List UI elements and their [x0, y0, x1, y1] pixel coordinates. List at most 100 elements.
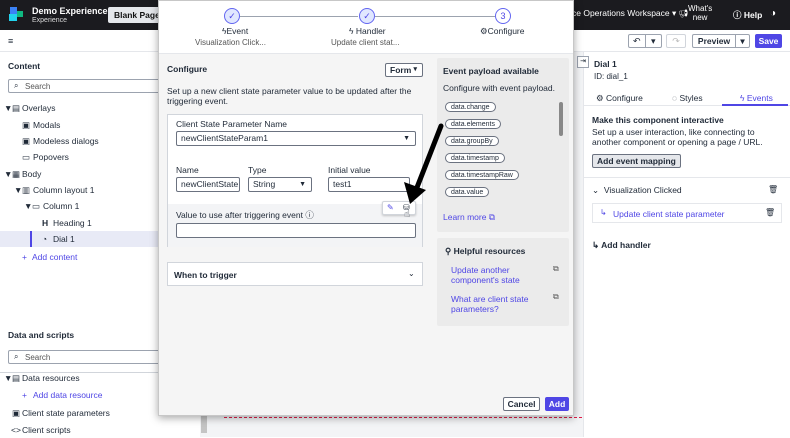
collapse-panel-icon[interactable]: ⇥ — [577, 56, 589, 68]
undo-icon[interactable]: ↶ — [629, 35, 645, 47]
add-handler-label: Add handler — [601, 240, 651, 250]
app-subtitle: Experience — [32, 17, 68, 24]
trash-icon[interactable]: 🗑︎ — [768, 185, 778, 194]
handler-card[interactable]: ↳ Update client state parameter 🗑︎ — [592, 203, 782, 223]
tree-item-label: Modals — [33, 120, 61, 130]
preview-label[interactable]: Preview — [693, 35, 736, 47]
help-label: Help — [743, 10, 763, 20]
handler-arrow-icon: ↳ — [592, 240, 600, 250]
tree-item-label: Dial 1 — [53, 234, 75, 244]
helpful-link-update-state[interactable]: Update another component's state — [451, 265, 551, 285]
tab-events[interactable]: ϟ Events — [740, 93, 773, 103]
initial-value-input[interactable]: test1 — [328, 177, 410, 192]
step-3-label: ⚙︎Configure — [480, 26, 524, 37]
step-2-label: ϟ Handler — [349, 26, 386, 36]
data-section-title: Data and scripts — [8, 330, 75, 340]
payload-tag[interactable]: data.value — [445, 187, 490, 197]
modal-icon: ▣ — [22, 120, 31, 130]
helpful-title: ⚲ Helpful resources — [445, 246, 525, 257]
canvas-drop-outline — [224, 417, 582, 419]
active-tab-underline — [722, 104, 788, 106]
payload-tag[interactable]: data.elements — [445, 119, 501, 129]
add-content-label: Add content — [32, 252, 78, 262]
lightning-icon: ϟ — [740, 93, 745, 103]
divider — [584, 177, 790, 178]
redo-icon[interactable]: ↷ — [666, 34, 686, 48]
handler-name[interactable]: Update client state parameter — [613, 209, 725, 219]
step-3-number[interactable]: 3 — [495, 8, 511, 24]
data-item-client-scripts[interactable]: <> Client scripts — [0, 422, 200, 438]
add-button[interactable]: Add — [545, 397, 569, 411]
value-after-input[interactable] — [176, 223, 416, 238]
pencil-icon[interactable]: ✎ — [387, 203, 394, 212]
chevron-down-icon[interactable]: ⌄ — [408, 269, 415, 278]
value-after-label-text: Value to use after triggering event — [176, 210, 303, 220]
preview-button[interactable]: Preview ▾ — [692, 34, 750, 48]
learn-more-link[interactable]: Learn more ⧉ — [443, 212, 495, 223]
param-name-value: newClientStateParam1 — [181, 133, 268, 143]
when-to-trigger-section[interactable]: When to trigger ⌄ — [167, 262, 423, 286]
configure-handler-modal: ✓ ✓ 3 ϟEvent Visualization Click... ϟ Ha… — [158, 0, 574, 416]
chevron-down-icon[interactable]: ▾ — [736, 35, 749, 47]
help-icon: ⓘ — [733, 10, 742, 20]
trash-icon[interactable]: 🗑︎ — [765, 208, 775, 217]
tab-label: Configure — [606, 93, 643, 103]
search-icon: ⌕ — [14, 352, 19, 361]
add-data-resource-label: Add data resource — [33, 390, 103, 400]
interactive-description: Set up a user interaction, like connecti… — [592, 127, 763, 147]
search-placeholder: Search — [25, 353, 51, 362]
search-icon: ⌕ — [14, 81, 19, 90]
megaphone-icon: 📢︎ — [678, 9, 689, 18]
name-label: Name — [176, 165, 199, 175]
folder-icon: ▤ — [12, 103, 21, 113]
param-name-select[interactable]: newClientStateParam1 ▼ — [176, 131, 416, 146]
tree-item-label: Column 1 — [43, 201, 80, 211]
workspace-selector[interactable]: ce Operations Workspace ▾ — [572, 8, 676, 19]
chevron-down-icon[interactable]: ▾ — [644, 35, 662, 47]
payload-description: Configure with event payload. — [443, 83, 555, 93]
contrast-icon[interactable]: ◑ — [770, 8, 776, 19]
external-link-icon[interactable]: ⧉ — [553, 264, 559, 274]
column-icon: ▭ — [32, 201, 41, 211]
name-input[interactable]: newClientState — [176, 177, 240, 192]
chevron-down-icon[interactable]: ⌄ — [592, 185, 599, 195]
help-button[interactable]: ⓘ Help — [733, 9, 762, 21]
event-row[interactable]: ⌄ Visualization Clicked — [592, 185, 682, 196]
workspace-label: ce Operations Workspace — [572, 8, 670, 18]
component-title: Dial 1 — [594, 59, 617, 69]
external-link-icon[interactable]: ⧉ — [553, 292, 559, 302]
when-to-trigger-label: When to trigger — [174, 270, 237, 280]
add-event-mapping-button[interactable]: Add event mapping — [592, 154, 681, 168]
payload-tag[interactable]: data.groupBy — [445, 136, 499, 146]
helpful-link-client-state[interactable]: What are client state parameters? — [451, 294, 551, 314]
step-1-label: ϟEvent — [222, 26, 248, 36]
undo-group[interactable]: ↶ ▾ — [628, 34, 662, 48]
payload-scrollbar[interactable] — [559, 102, 563, 136]
save-button[interactable]: Save — [755, 34, 782, 48]
tab-styles[interactable]: ◌ Styles — [672, 93, 703, 103]
columns-icon: ▥ — [22, 185, 31, 195]
cancel-button[interactable]: Cancel — [503, 397, 540, 411]
type-label: Type — [248, 165, 267, 175]
popover-icon: ▭ — [22, 152, 31, 162]
whats-new-button[interactable]: What's new — [688, 4, 712, 22]
dialog-icon: ▣ — [22, 136, 31, 146]
tab-configure[interactable]: ⚙︎ Configure — [596, 93, 643, 104]
payload-tag[interactable]: data.timestampRaw — [445, 170, 519, 180]
type-select[interactable]: String ▼ — [248, 177, 312, 192]
step-2-check-icon[interactable]: ✓ — [359, 8, 375, 24]
step-1-check-icon[interactable]: ✓ — [224, 8, 240, 24]
payload-tag[interactable]: data.timestamp — [445, 153, 505, 163]
menu-icon[interactable]: ≡ — [8, 36, 13, 46]
app-logo-icon — [9, 7, 23, 21]
whats-new-line2: new — [692, 13, 708, 22]
form-dropdown[interactable]: Form ▾ — [385, 63, 423, 77]
app-title: Demo Experience — [32, 6, 108, 16]
link-line: component's state — [451, 275, 520, 285]
add-handler-button[interactable]: ↳ Add handler — [592, 240, 651, 251]
step-2-label-text: Handler — [355, 26, 386, 36]
initial-value-label: Initial value — [328, 165, 371, 175]
payload-tag[interactable]: data.change — [445, 102, 496, 112]
database-icon: ▤ — [12, 373, 21, 383]
search-placeholder: Search — [25, 82, 51, 91]
